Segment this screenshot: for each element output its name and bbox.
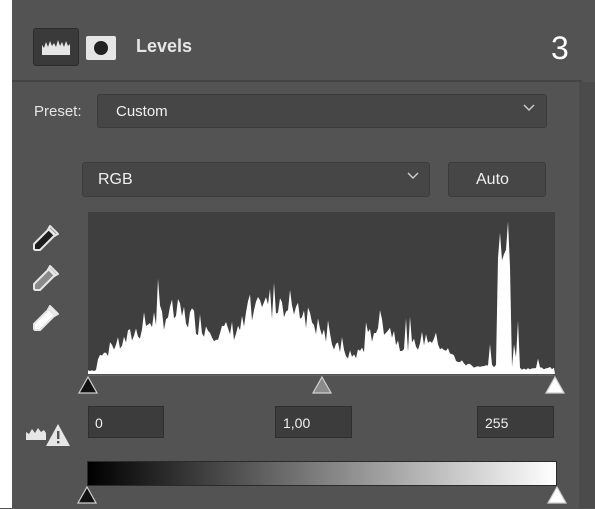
channel-value: RGB bbox=[98, 171, 133, 188]
histogram-shape bbox=[88, 221, 555, 374]
input-midtones-slider[interactable] bbox=[311, 375, 332, 399]
histogram bbox=[88, 212, 555, 374]
header-divider bbox=[12, 80, 582, 82]
histogram-graph bbox=[88, 221, 555, 374]
output-highlights-slider[interactable] bbox=[546, 485, 568, 509]
black-point-eyedropper-icon[interactable] bbox=[30, 222, 62, 254]
preset-label: Preset: bbox=[34, 103, 82, 120]
input-shadows-value: 0 bbox=[95, 415, 103, 431]
preset-value: Custom bbox=[116, 103, 168, 120]
chevron-down-icon bbox=[522, 100, 536, 117]
input-midtones-value: 1,00 bbox=[283, 415, 311, 431]
output-levels-gradient bbox=[87, 461, 557, 486]
layer-mask-icon[interactable] bbox=[86, 36, 116, 60]
step-number: 3 bbox=[551, 30, 569, 66]
output-shadows-slider[interactable] bbox=[76, 485, 98, 509]
input-highlights-value: 255 bbox=[485, 415, 509, 431]
white-point-eyedropper-icon[interactable] bbox=[30, 302, 62, 334]
input-highlights-slider[interactable] bbox=[544, 375, 566, 399]
left-edge bbox=[0, 0, 12, 508]
levels-adjustment-icon[interactable] bbox=[33, 28, 79, 66]
scrollbar-track[interactable] bbox=[579, 82, 595, 508]
panel-title: Levels bbox=[136, 36, 193, 56]
calculate-histogram-warning-icon[interactable] bbox=[24, 420, 72, 448]
input-shadows-slider[interactable] bbox=[77, 375, 99, 399]
gray-point-eyedropper-icon[interactable] bbox=[30, 262, 62, 294]
channel-dropdown[interactable] bbox=[82, 162, 430, 197]
chevron-down-icon bbox=[406, 168, 420, 185]
auto-button-label: Auto bbox=[476, 171, 509, 188]
